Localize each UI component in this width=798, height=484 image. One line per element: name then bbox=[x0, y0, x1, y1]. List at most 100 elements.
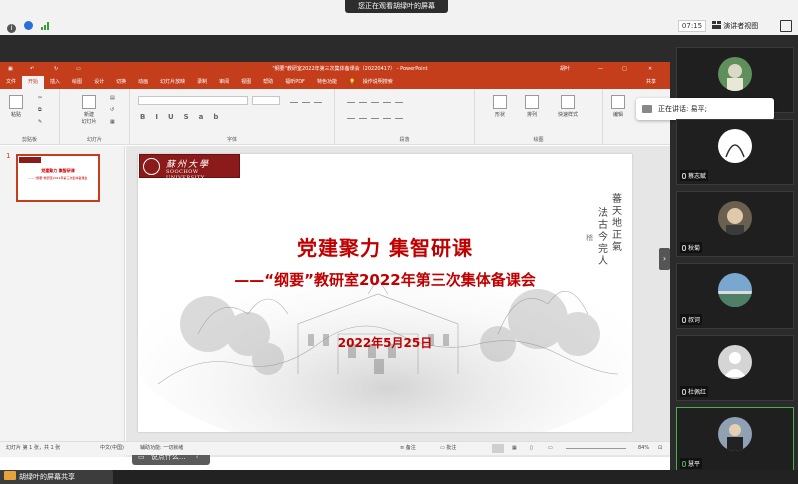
align-controls[interactable] bbox=[347, 113, 407, 121]
tab-animations[interactable]: 动画 bbox=[132, 76, 154, 89]
layout-icon[interactable]: ▤ bbox=[110, 95, 115, 101]
copy-icon[interactable]: ⧉ bbox=[38, 107, 42, 113]
tab-foxit-pdf[interactable]: 福昕PDF bbox=[279, 76, 311, 89]
language-indicator[interactable]: 中文(中国) bbox=[100, 442, 124, 455]
font-group: BIUSab 字体 bbox=[130, 89, 335, 145]
participant-name: 蔡志赋 bbox=[680, 170, 709, 181]
font-style-buttons[interactable]: BIUSab bbox=[140, 113, 228, 121]
info-icon[interactable]: i bbox=[7, 24, 16, 33]
mic-icon bbox=[682, 245, 686, 251]
maximize-icon[interactable]: □ bbox=[622, 62, 627, 76]
slide-canvas[interactable]: 蘇州大學 SOOCHOW UNIVERSITY 蕃天地正氣 法古今完人 稽 党建… bbox=[138, 154, 632, 432]
fit-slide-icon[interactable]: ⊡ bbox=[658, 442, 662, 455]
shield-icon[interactable] bbox=[24, 21, 34, 30]
tab-help[interactable]: 帮助 bbox=[257, 76, 279, 89]
participant-tile[interactable]: 杜佩红 bbox=[676, 335, 794, 401]
slide-title: 党建聚力 集智研课 bbox=[297, 236, 473, 260]
tab-insert[interactable]: 插入 bbox=[44, 76, 66, 89]
slide-thumbnail-pane: 1 党建聚力 集智研课 ——“纲要”教研室2022年第三次集体备课会 bbox=[0, 146, 125, 457]
save-icon[interactable]: ▣ bbox=[8, 62, 13, 76]
thumb-subtitle: ——“纲要”教研室2022年第三次集体备课会 bbox=[28, 176, 88, 180]
speaking-indicator: 正在讲话: 易平; bbox=[636, 98, 774, 120]
new-slide-label: 新建 幻灯片 bbox=[81, 112, 97, 125]
participant-name-text: 蔡志赋 bbox=[688, 173, 707, 180]
slide-thumbnail[interactable]: 党建聚力 集智研课 ——“纲要”教研室2022年第三次集体备课会 bbox=[16, 154, 100, 202]
participant-name: 慧平 bbox=[680, 458, 703, 469]
participant-tile[interactable]: 秋菊 bbox=[676, 191, 794, 257]
drawing-label: 绘图 bbox=[533, 137, 544, 143]
undo-icon[interactable]: ↶ bbox=[30, 62, 34, 76]
tab-transitions[interactable]: 切换 bbox=[110, 76, 132, 89]
format-painter-icon[interactable]: ✎ bbox=[38, 119, 42, 125]
participant-name: 杜佩红 bbox=[680, 386, 709, 397]
campus-sketch-background bbox=[138, 234, 632, 432]
start-from-beginning-icon[interactable]: ▭ bbox=[76, 62, 81, 76]
avatar bbox=[718, 345, 752, 379]
tab-file[interactable]: 文件 bbox=[0, 76, 22, 89]
slide-subtitle: ——“纲要”教研室2022年第三次集体备课会 bbox=[234, 271, 536, 289]
participant-tile[interactable]: 蔡志赋 bbox=[676, 119, 794, 185]
font-label: 字体 bbox=[226, 137, 237, 143]
view-mode-button[interactable]: 演讲者视图 bbox=[712, 20, 776, 32]
find-label: 编辑 bbox=[612, 112, 623, 118]
tab-draw[interactable]: 绘图 bbox=[66, 76, 88, 89]
find-button[interactable]: 编辑 bbox=[607, 95, 629, 118]
grid-icon bbox=[712, 21, 721, 29]
tab-slideshow[interactable]: 幻灯片放映 bbox=[154, 76, 191, 89]
minimize-icon[interactable]: — bbox=[598, 62, 603, 76]
tab-features[interactable]: 特色功能 bbox=[311, 76, 343, 89]
reading-view-icon[interactable]: ▯ bbox=[530, 442, 533, 455]
accessibility-status[interactable]: 辅助功能: 一切就绪 bbox=[140, 442, 183, 455]
avatar bbox=[718, 129, 752, 163]
participant-name-text: 秋菊 bbox=[688, 245, 701, 252]
share-button[interactable]: 共享 bbox=[640, 76, 662, 89]
quick-style-label: 快速样式 bbox=[557, 112, 578, 118]
seal-icon bbox=[143, 158, 160, 175]
paste-button[interactable]: 粘贴 bbox=[6, 95, 26, 118]
participant-tile-active[interactable]: 慧平 bbox=[676, 407, 794, 473]
reset-icon[interactable]: ↺ bbox=[110, 107, 114, 113]
slideshow-icon[interactable]: ▭ bbox=[548, 442, 553, 455]
screen-share-tag[interactable]: 胡绿叶的屏幕共享 bbox=[0, 470, 113, 484]
mic-icon bbox=[682, 389, 686, 395]
comments-button[interactable]: ▭ 批注 bbox=[440, 442, 456, 455]
quick-style-button[interactable]: 快速样式 bbox=[553, 95, 583, 118]
section-icon[interactable]: ▦ bbox=[110, 119, 115, 125]
collapse-panel-button[interactable]: › bbox=[659, 248, 670, 270]
new-slide-button[interactable]: 新建 幻灯片 bbox=[76, 95, 102, 125]
thumb-logo bbox=[19, 157, 41, 163]
speaker-icon bbox=[642, 105, 652, 113]
tab-record[interactable]: 录制 bbox=[191, 76, 213, 89]
participant-name-text: 叔诃 bbox=[688, 317, 701, 324]
zoom-level[interactable]: 84% bbox=[638, 442, 649, 455]
close-icon[interactable]: ✕ bbox=[648, 62, 652, 76]
signal-icon bbox=[41, 21, 50, 30]
logo-en-text: SOOCHOW UNIVERSITY bbox=[166, 169, 205, 181]
meeting-clock: 07:15 bbox=[678, 20, 706, 32]
avatar bbox=[718, 201, 752, 235]
slide-count: 幻灯片 第 1 张，共 1 张 bbox=[6, 445, 61, 451]
zoom-slider[interactable] bbox=[566, 448, 626, 449]
fullscreen-icon[interactable] bbox=[780, 20, 792, 32]
slide-sorter-icon[interactable]: ▦ bbox=[512, 442, 517, 455]
notes-button[interactable]: ≡ 备注 bbox=[400, 442, 416, 455]
tell-me-search[interactable]: 💡 操作说明搜索 bbox=[343, 76, 405, 89]
redo-icon[interactable]: ↻ bbox=[54, 62, 58, 76]
viewing-banner: 您正在观看胡绿叶的屏幕 bbox=[345, 0, 448, 13]
normal-view-icon[interactable] bbox=[492, 444, 504, 453]
list-controls[interactable] bbox=[347, 97, 407, 105]
tab-view[interactable]: 视图 bbox=[235, 76, 257, 89]
user-name[interactable]: 胡叶 bbox=[560, 62, 570, 76]
font-name-box[interactable] bbox=[138, 96, 248, 105]
font-size-box[interactable] bbox=[252, 96, 280, 105]
arrange-button[interactable]: 排列 bbox=[521, 95, 543, 118]
cut-icon[interactable]: ✂ bbox=[38, 95, 42, 101]
tab-home[interactable]: 开始 bbox=[22, 76, 45, 89]
participant-tile[interactable]: 叔诃 bbox=[676, 263, 794, 329]
mic-icon bbox=[682, 317, 686, 323]
tab-review[interactable]: 审阅 bbox=[213, 76, 235, 89]
shape-button[interactable]: 形状 bbox=[489, 95, 511, 118]
font-size-controls[interactable] bbox=[290, 97, 326, 105]
tab-design[interactable]: 设计 bbox=[88, 76, 110, 89]
ribbon-tabs: 文件 开始 插入 绘图 设计 切换 动画 幻灯片放映 录制 审阅 视图 帮助 福昕PDF 特色功能 💡 操作… bbox=[0, 76, 670, 89]
